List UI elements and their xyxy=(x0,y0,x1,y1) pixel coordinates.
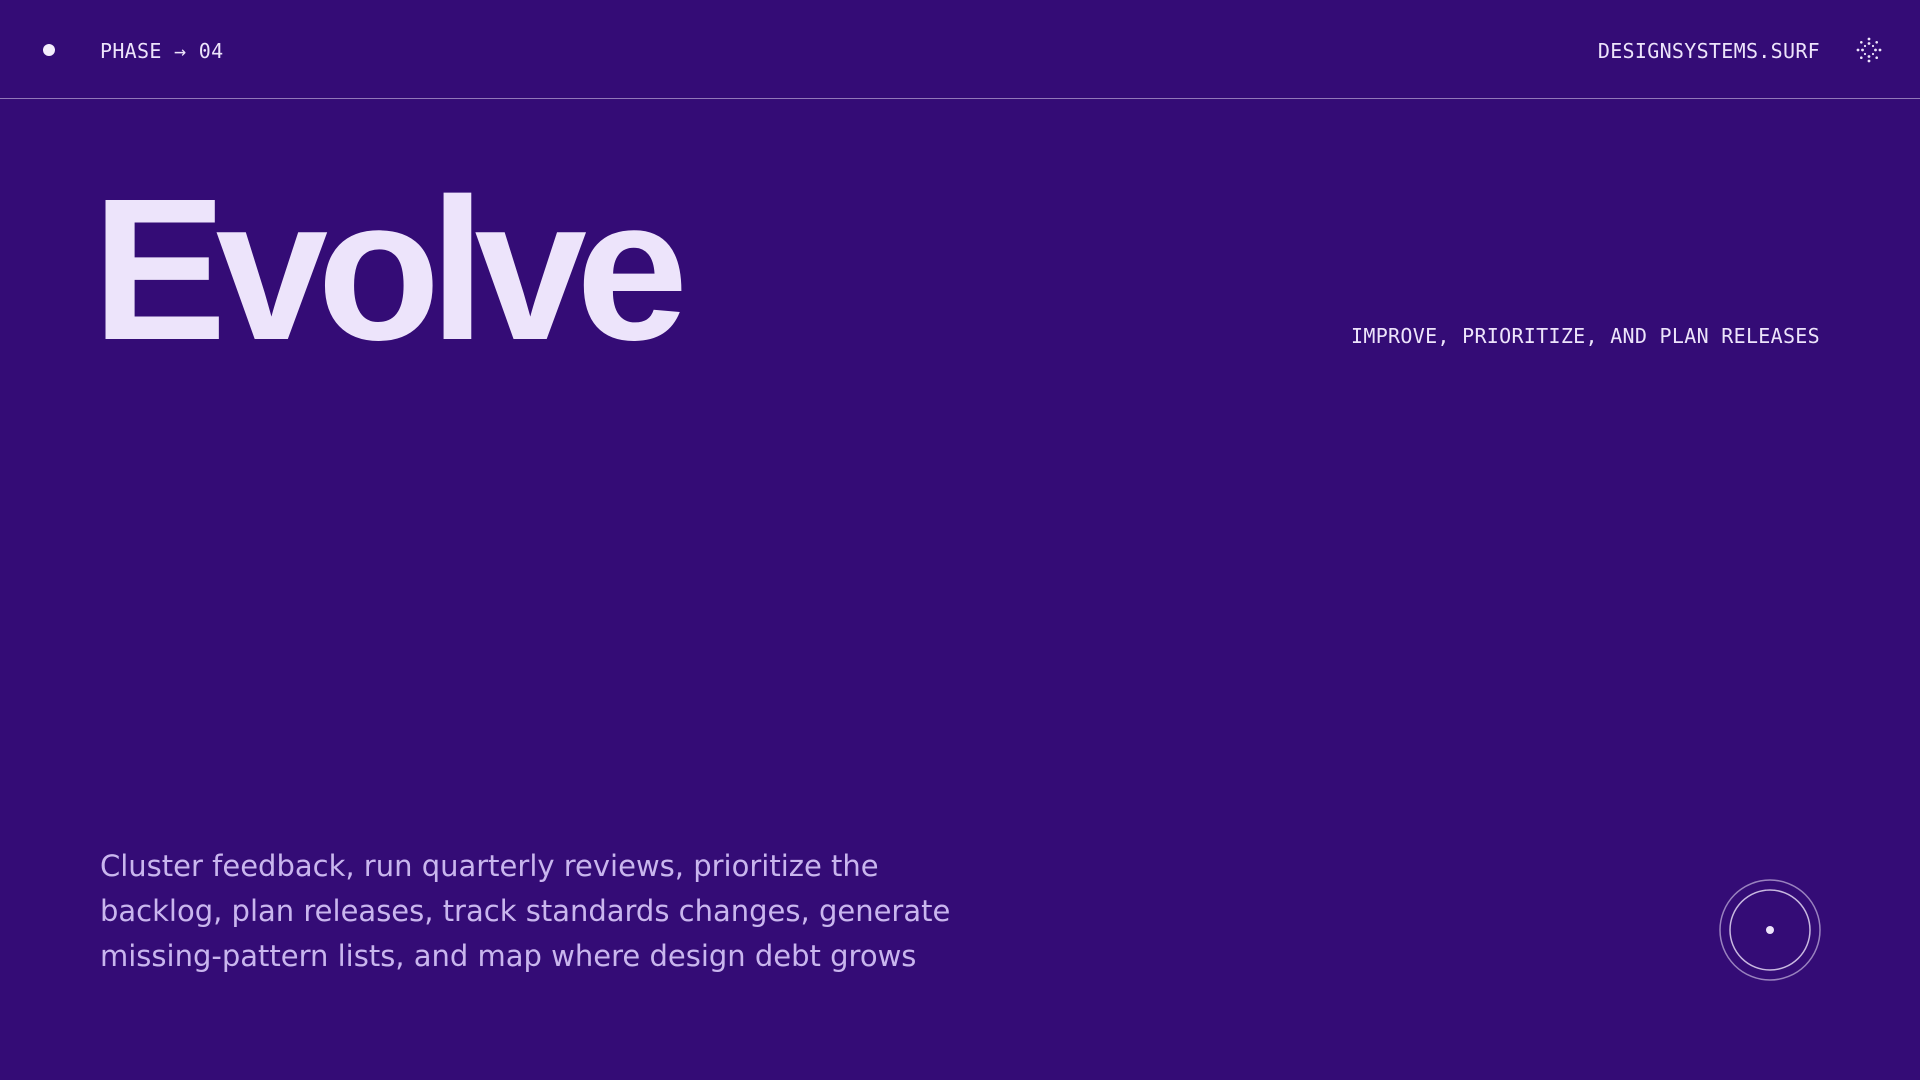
sparkle-icon[interactable] xyxy=(1856,37,1882,63)
phase-label: PHASE → 04 xyxy=(100,39,224,63)
tagline: IMPROVE, PRIORITIZE, AND PLAN RELEASES xyxy=(1351,324,1820,348)
dot-icon xyxy=(43,44,55,56)
top-bar: PHASE → 04 DESIGNSYSTEMS.SURF xyxy=(0,0,1920,99)
site-name-link[interactable]: DESIGNSYSTEMS.SURF xyxy=(1598,39,1820,63)
target-icon[interactable] xyxy=(1718,878,1822,982)
page-title: Evolve xyxy=(92,156,688,382)
description-text: Cluster feedback, run quarterly reviews,… xyxy=(100,849,951,973)
